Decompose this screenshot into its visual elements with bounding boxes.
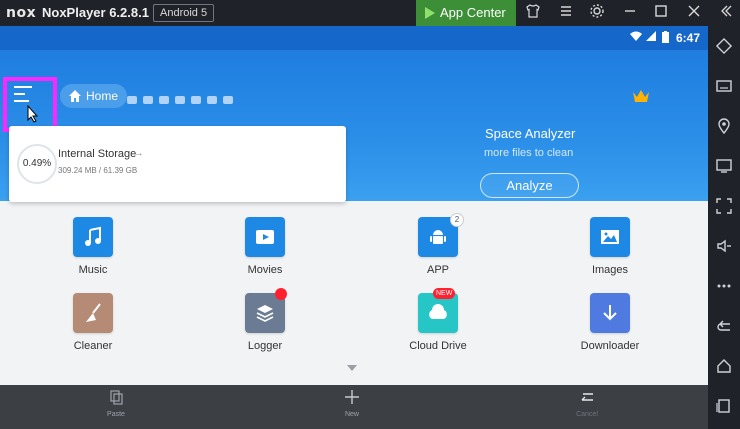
back-icon[interactable] bbox=[714, 317, 734, 337]
tab-icon[interactable] bbox=[159, 96, 169, 104]
wifi-icon bbox=[630, 31, 642, 44]
logger-notification-dot bbox=[275, 288, 287, 300]
cloud-icon bbox=[418, 293, 458, 333]
app-center-label: App Center bbox=[440, 5, 506, 20]
window-title: NoxPlayer 6.2.8.1 bbox=[42, 5, 149, 20]
collapse-icon[interactable] bbox=[716, 3, 736, 23]
music-label: Music bbox=[78, 264, 108, 276]
status-bar: 6:47 bbox=[0, 26, 708, 50]
cancel-button[interactable]: Cancel bbox=[557, 385, 617, 429]
mouse-cursor-icon bbox=[27, 105, 39, 123]
menu-icon[interactable] bbox=[556, 3, 576, 23]
clock-time: 6:47 bbox=[675, 31, 700, 45]
nox-logo: nox bbox=[6, 5, 37, 21]
cancel-icon bbox=[581, 393, 593, 401]
volume-icon[interactable] bbox=[714, 237, 734, 257]
movie-icon bbox=[245, 217, 285, 257]
app-center-button[interactable]: App Center bbox=[416, 0, 516, 26]
home-tab-label: Home bbox=[86, 89, 119, 103]
music-shortcut[interactable]: Music bbox=[33, 217, 153, 287]
new-button[interactable]: New bbox=[322, 385, 382, 429]
keyboard-icon[interactable] bbox=[714, 77, 734, 97]
cloud-drive-shortcut[interactable]: NEW Cloud Drive bbox=[378, 288, 498, 363]
rotate-icon[interactable] bbox=[714, 37, 734, 57]
cleaner-label: Cleaner bbox=[73, 340, 113, 352]
title-bar: nox NoxPlayer 6.2.8.1 Android 5 App Cent… bbox=[0, 0, 740, 26]
play-store-icon bbox=[425, 7, 435, 19]
tab-icon[interactable] bbox=[175, 96, 185, 104]
storage-usage-gauge: 0.49% bbox=[17, 144, 57, 184]
analyze-button[interactable]: Analyze bbox=[480, 173, 579, 198]
movies-shortcut[interactable]: Movies bbox=[205, 217, 325, 287]
screen-icon[interactable] bbox=[714, 157, 734, 177]
bottom-action-bar: Paste New Cancel bbox=[0, 385, 708, 429]
storage-name: Internal Storage bbox=[58, 148, 137, 160]
images-label: Images bbox=[591, 264, 629, 276]
logger-label: Logger bbox=[247, 340, 283, 352]
battery-icon bbox=[662, 31, 669, 46]
new-label: New bbox=[344, 411, 359, 418]
crown-icon[interactable] bbox=[632, 88, 650, 109]
new-badge: NEW bbox=[433, 288, 456, 299]
broom-icon bbox=[73, 293, 113, 333]
paste-button[interactable]: Paste bbox=[86, 385, 146, 429]
home-icon[interactable] bbox=[714, 357, 734, 377]
house-icon bbox=[69, 90, 81, 102]
images-shortcut[interactable]: Images bbox=[550, 217, 670, 287]
space-analyzer-subtitle: more files to clean bbox=[484, 147, 574, 159]
downloader-label: Downloader bbox=[580, 340, 640, 352]
arrow-right-icon: → bbox=[133, 147, 144, 159]
app-label: APP bbox=[426, 264, 449, 276]
cancel-label: Cancel bbox=[576, 411, 598, 418]
app-update-badge: 2 bbox=[450, 213, 464, 227]
more-icon[interactable] bbox=[714, 277, 734, 297]
app-shortcut[interactable]: 2 APP bbox=[378, 213, 498, 287]
logger-shortcut[interactable]: Logger bbox=[205, 288, 325, 363]
tab-icon[interactable] bbox=[207, 96, 217, 104]
music-icon bbox=[73, 217, 113, 257]
fullscreen-icon[interactable] bbox=[714, 197, 734, 217]
tab-icon[interactable] bbox=[143, 96, 153, 104]
window-tabs[interactable] bbox=[127, 91, 239, 109]
close-icon[interactable] bbox=[684, 3, 704, 23]
location-icon[interactable] bbox=[714, 117, 734, 137]
cleaner-shortcut[interactable]: Cleaner bbox=[33, 293, 153, 363]
shirt-icon[interactable] bbox=[523, 3, 543, 23]
storage-header: Home 0.49% Internal Storage → 309.24 MB … bbox=[0, 50, 708, 202]
paste-icon bbox=[110, 390, 123, 405]
image-icon bbox=[590, 217, 630, 257]
cloud-drive-label: Cloud Drive bbox=[409, 340, 467, 352]
chevron-down-icon[interactable] bbox=[347, 365, 357, 371]
tab-icon[interactable] bbox=[223, 96, 233, 104]
android-version-badge: Android 5 bbox=[153, 4, 215, 22]
tab-icon[interactable] bbox=[127, 96, 137, 104]
signal-icon bbox=[646, 31, 656, 44]
nox-window: nox NoxPlayer 6.2.8.1 Android 5 App Cent… bbox=[0, 0, 740, 429]
recent-apps-icon[interactable] bbox=[714, 397, 734, 417]
android-screen: 6:47 Home 0.49% Internal Storage → 309.2… bbox=[0, 26, 708, 429]
minimize-icon[interactable] bbox=[620, 3, 640, 23]
downloader-shortcut[interactable]: Downloader bbox=[550, 293, 670, 363]
storage-size: 309.24 MB / 61.39 GB bbox=[58, 166, 138, 175]
movies-label: Movies bbox=[247, 264, 283, 276]
space-analyzer-title: Space Analyzer bbox=[485, 126, 576, 141]
maximize-icon[interactable] bbox=[651, 3, 671, 23]
gear-icon[interactable] bbox=[587, 3, 607, 23]
home-tab[interactable]: Home bbox=[60, 84, 128, 108]
internal-storage-card[interactable]: 0.49% Internal Storage → 309.24 MB / 61.… bbox=[9, 126, 346, 202]
download-icon bbox=[590, 293, 630, 333]
plus-icon bbox=[345, 390, 359, 404]
nox-sidebar bbox=[708, 26, 740, 429]
paste-label: Paste bbox=[107, 411, 125, 418]
tab-icon[interactable] bbox=[191, 96, 201, 104]
